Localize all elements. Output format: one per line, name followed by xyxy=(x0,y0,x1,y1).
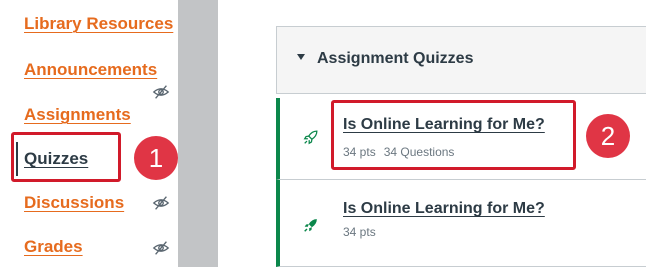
quiz-title-link[interactable]: Is Online Learning for Me? xyxy=(343,200,545,218)
nav-divider xyxy=(178,0,218,267)
nav-link-discussions[interactable]: Discussions xyxy=(24,193,124,213)
quiz-meta: 34 pts xyxy=(343,225,376,239)
caret-down-icon[interactable] xyxy=(297,54,305,60)
annotation-highlight-quizzes xyxy=(11,132,121,182)
hidden-eye-icon xyxy=(152,241,170,255)
rocket-outline-icon xyxy=(303,130,318,145)
quiz-row[interactable]: Is Online Learning for Me? 34 pts xyxy=(276,180,646,267)
nav-link-grades[interactable]: Grades xyxy=(24,237,83,257)
hidden-eye-icon xyxy=(152,85,170,99)
annotation-step-2: 2 xyxy=(586,114,630,158)
hidden-eye-icon xyxy=(152,196,170,210)
annotation-highlight-quiz-title xyxy=(331,100,576,170)
nav-link-library-resources[interactable]: Library Resources xyxy=(24,14,173,34)
quiz-group-title: Assignment Quizzes xyxy=(317,50,474,67)
rocket-solid-icon xyxy=(304,219,317,232)
nav-link-announcements[interactable]: Announcements xyxy=(24,60,157,80)
nav-link-assignments[interactable]: Assignments xyxy=(24,105,131,125)
quiz-group-header[interactable]: Assignment Quizzes xyxy=(276,26,646,94)
annotation-step-1: 1 xyxy=(134,136,178,180)
quiz-points: 34 pts xyxy=(343,225,376,239)
